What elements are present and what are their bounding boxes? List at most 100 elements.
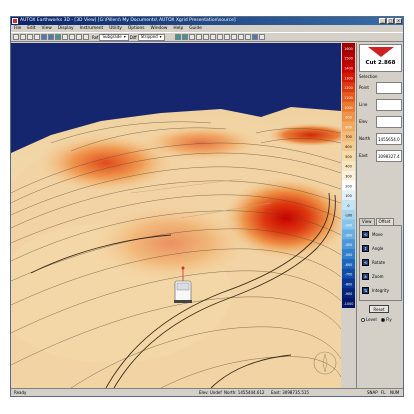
print-icon[interactable] — [34, 34, 40, 40]
last-icon[interactable] — [244, 34, 251, 40]
field-value[interactable] — [376, 99, 402, 111]
fly-radio[interactable]: Fly — [381, 317, 392, 322]
help-icon[interactable] — [258, 34, 265, 40]
menu-item[interactable]: Display — [58, 25, 74, 32]
field-label: North — [359, 136, 371, 141]
legend-label: -600 — [345, 263, 353, 267]
title-bar: AUTOX Earthworks 3D - [3D View] [G:\Pill… — [11, 17, 403, 25]
new-icon[interactable] — [13, 34, 19, 40]
menu-item[interactable]: Window — [150, 25, 167, 32]
elevation-legend: 1600 1500 1400 1300 1200 1100 1000 900 800 700 600… — [342, 43, 355, 309]
zoom-out-icon[interactable] — [69, 34, 75, 40]
ref-label: Ref — [92, 34, 99, 40]
reset-button[interactable]: Reset — [369, 305, 389, 313]
status-north: North: 1455444.612 — [224, 390, 265, 395]
nav-row: ± Zoom — [362, 271, 402, 281]
section-icon[interactable] — [195, 34, 202, 40]
legend-label: 700 — [345, 135, 351, 139]
field-row: North 1455654.0 — [359, 132, 402, 146]
status-snap: SNAP — [367, 390, 378, 395]
play-icon[interactable] — [230, 34, 237, 40]
close-button[interactable]: × — [395, 18, 402, 24]
cut-fill-indicator: Cut 2.868 — [359, 44, 402, 72]
legend-label: 800 — [345, 125, 351, 129]
navigation-controls: ⟲ Move ↕ Angle ⟲ Rotate ± Zoom ⇅ Integrity — [359, 225, 402, 301]
status-east: East: 3098735.515 — [271, 390, 309, 395]
layer-icon[interactable] — [83, 34, 89, 40]
save-icon[interactable] — [27, 34, 33, 40]
legend-label: -700 — [345, 273, 353, 277]
tab-view[interactable]: View — [359, 218, 375, 225]
prev-icon[interactable] — [223, 34, 230, 40]
point-icon[interactable] — [202, 34, 209, 40]
zoom-icon[interactable]: ± — [362, 272, 369, 280]
field-row: East 3098327.4 — [359, 149, 402, 163]
nav-row: ⇅ Integrity — [362, 285, 402, 295]
field-label: Point — [359, 85, 369, 90]
legend-label: 100 — [345, 194, 351, 198]
legend-label: 1500 — [344, 57, 353, 61]
chevron-down-icon: ▾ — [159, 34, 162, 39]
rotate-icon[interactable]: ⟲ — [362, 230, 369, 238]
legend-label: 0 — [347, 204, 349, 208]
legend-label: -200 — [345, 224, 353, 228]
legend-label: 300 — [345, 174, 351, 178]
field-value[interactable]: 1455654.0 — [376, 133, 402, 145]
legend-label: 1200 — [344, 86, 353, 90]
legend-label: 200 — [345, 184, 351, 188]
legend-label: -800 — [345, 282, 353, 286]
view-2d-icon[interactable] — [41, 34, 47, 40]
status-bar: Ready Elev: Undef North: 1455444.612 Eas… — [11, 388, 403, 397]
rotate-icon[interactable]: ⟲ — [362, 258, 369, 266]
3d-terrain-view[interactable] — [11, 43, 341, 388]
line-icon[interactable] — [209, 34, 216, 40]
menu-item[interactable]: Help — [173, 25, 183, 32]
level-radio[interactable]: Level — [361, 317, 377, 322]
cut-arrow-icon — [368, 47, 394, 57]
selection-label: Selection — [359, 74, 378, 79]
menu-item[interactable]: Instrument — [80, 25, 104, 32]
legend-label: 1100 — [344, 96, 353, 100]
legend-label: -900 — [345, 292, 353, 296]
menu-item[interactable]: Guide — [189, 25, 202, 32]
legend-label: 1600 — [344, 47, 353, 51]
next-icon[interactable] — [237, 34, 244, 40]
height-icon[interactable]: ⇅ — [362, 286, 369, 294]
legend-label: 500 — [345, 155, 351, 159]
zoom-in-icon[interactable] — [62, 34, 68, 40]
tilt-icon[interactable]: ↕ — [362, 244, 369, 252]
menu-item[interactable]: File — [14, 25, 21, 32]
grid-icon[interactable] — [55, 34, 61, 40]
menu-bar: File Edit View Display Instrument Utility Opti… — [11, 25, 403, 32]
minimize-button[interactable]: _ — [379, 18, 386, 24]
maximize-button[interactable]: □ — [387, 18, 394, 24]
app-window: AUTOX Earthworks 3D - [3D View] [G:\Pill… — [10, 16, 404, 397]
shade-icon[interactable] — [181, 34, 188, 40]
render-icon[interactable] — [174, 34, 181, 40]
field-value[interactable] — [376, 82, 402, 94]
field-value[interactable]: 3098327.4 — [376, 150, 402, 162]
ref-select[interactable]: Subgrade ▾ — [99, 33, 129, 41]
menu-item[interactable]: View — [42, 25, 52, 32]
view-3d-icon[interactable] — [48, 34, 54, 40]
legend-label: -500 — [345, 253, 353, 257]
field-value[interactable] — [376, 116, 402, 128]
nav-label: Rotate — [372, 259, 386, 265]
nav-row: ⟲ Move — [362, 229, 402, 239]
legend-label: -100 — [345, 214, 353, 218]
diff-select[interactable]: Stripped ▾ — [137, 33, 165, 41]
tab-offset[interactable]: Offset — [375, 218, 394, 225]
open-icon[interactable] — [20, 34, 26, 40]
first-icon[interactable] — [216, 34, 223, 40]
menu-item[interactable]: Utility — [109, 25, 122, 32]
contour-icon[interactable] — [188, 34, 195, 40]
menu-item[interactable]: Edit — [27, 25, 35, 32]
nav-label: Zoom — [372, 273, 384, 279]
app-icon — [12, 18, 18, 24]
pan-icon[interactable] — [76, 34, 82, 40]
camera-icon[interactable] — [251, 34, 258, 40]
legend-label: 1300 — [344, 76, 353, 80]
terrain-render[interactable] — [11, 43, 341, 388]
legend-label: 600 — [345, 145, 351, 149]
menu-item[interactable]: Options — [128, 25, 145, 32]
